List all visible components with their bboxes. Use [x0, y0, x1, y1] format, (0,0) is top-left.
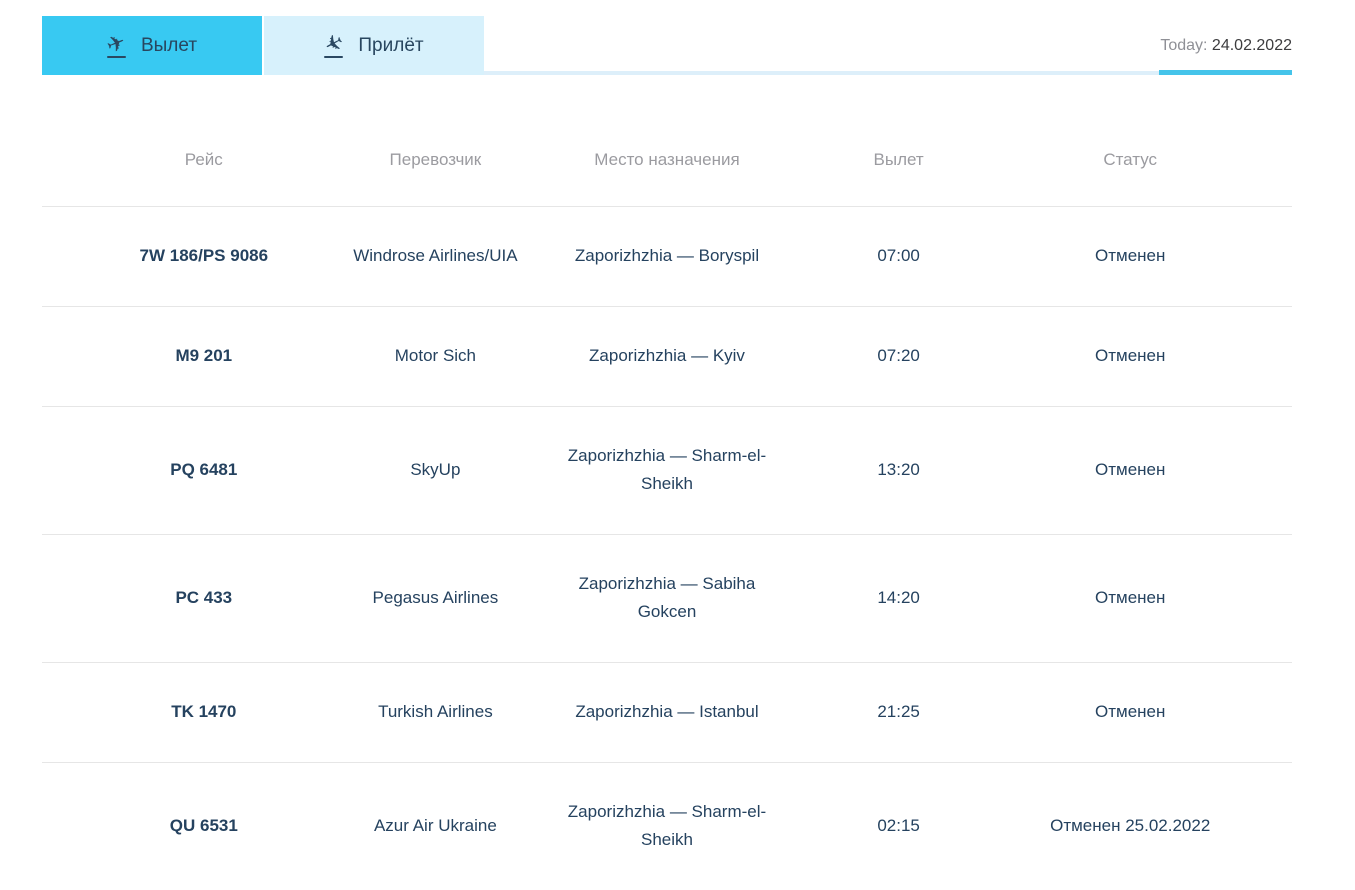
cell-status: Отменен	[1095, 346, 1166, 365]
header-departure: Вылет	[873, 150, 924, 169]
cell-flight: M9 201	[175, 346, 233, 365]
tab-arrivals[interactable]: ✈ Прилёт	[264, 16, 484, 75]
header-destination: Место назначения	[594, 150, 740, 169]
cell-status: Отменен	[1095, 702, 1166, 721]
today-date: Today: 24.02.2022	[1160, 37, 1292, 55]
cell-flight: PC 433	[175, 588, 233, 607]
cell-flight: PQ 6481	[170, 460, 238, 479]
table-row: M9 201 Motor Sich Zaporizhzhia — Kyiv 07…	[42, 307, 1292, 407]
cell-departure: 21:25	[877, 702, 920, 721]
cell-carrier: Motor Sich	[394, 346, 477, 365]
header-flight: Рейс	[184, 150, 223, 169]
header-carrier: Перевозчик	[389, 150, 482, 169]
cell-flight: 7W 186/PS 9086	[139, 246, 269, 265]
today-value: 24.02.2022	[1211, 36, 1292, 54]
cell-status: Отменен 25.02.2022	[1050, 816, 1211, 835]
today-label: Today:	[1160, 36, 1208, 54]
table-row: PC 433 Pegasus Airlines Zaporizhzhia — S…	[42, 535, 1292, 663]
table-row: PQ 6481 SkyUp Zaporizhzhia — Sharm-el-Sh…	[42, 407, 1292, 535]
cell-status: Отменен	[1095, 588, 1166, 607]
cell-departure: 13:20	[877, 460, 920, 479]
cell-status: Отменен	[1095, 246, 1166, 265]
cell-carrier: Azur Air Ukraine	[373, 816, 497, 835]
cell-carrier: SkyUp	[410, 460, 461, 479]
departure-board-page: ✈ Вылет ✈ Прилёт Today: 24.02.2022 Рейс	[0, 0, 1355, 890]
cell-destination: Zaporizhzhia — Boryspil	[574, 246, 760, 265]
tab-departures[interactable]: ✈ Вылет	[42, 16, 262, 75]
cell-destination: Zaporizhzhia — Sharm-el-Sheikh	[567, 802, 767, 849]
flights-table: Рейс Перевозчик Место назначения Вылет С…	[42, 75, 1292, 890]
tab-bar: ✈ Вылет ✈ Прилёт	[42, 16, 1292, 75]
topbar: ✈ Вылет ✈ Прилёт Today: 24.02.2022	[42, 16, 1292, 75]
cell-carrier: Turkish Airlines	[378, 702, 493, 721]
table-row: 7W 186/PS 9086 Windrose Airlines/UIA Zap…	[42, 207, 1292, 307]
plane-takeoff-icon: ✈	[103, 28, 130, 59]
cell-destination: Zaporizhzhia — Sharm-el-Sheikh	[567, 446, 767, 493]
cell-flight: TK 1470	[171, 702, 237, 721]
cell-destination: Zaporizhzhia — Istanbul	[575, 702, 759, 721]
header-status: Статус	[1103, 150, 1158, 169]
cell-carrier: Windrose Airlines/UIA	[353, 246, 518, 265]
table-row: TK 1470 Turkish Airlines Zaporizhzhia — …	[42, 663, 1292, 763]
cell-departure: 07:20	[877, 346, 920, 365]
plane-landing-icon: ✈	[319, 28, 348, 59]
cell-departure: 02:15	[877, 816, 920, 835]
cell-flight: QU 6531	[169, 816, 238, 835]
cell-destination: Zaporizhzhia — Sabiha Gokcen	[578, 574, 756, 621]
tab-arrivals-label: Прилёт	[358, 34, 424, 56]
cell-destination: Zaporizhzhia — Kyiv	[589, 346, 745, 365]
table-header: Рейс Перевозчик Место назначения Вылет С…	[42, 75, 1292, 207]
cell-departure: 14:20	[877, 588, 920, 607]
tab-departures-label: Вылет	[140, 34, 198, 56]
cell-carrier: Pegasus Airlines	[372, 588, 499, 607]
cell-departure: 07:00	[877, 246, 920, 265]
cell-status: Отменен	[1095, 460, 1166, 479]
table-row: QU 6531 Azur Air Ukraine Zaporizhzhia — …	[42, 763, 1292, 890]
today-underline-accent	[1159, 70, 1292, 75]
